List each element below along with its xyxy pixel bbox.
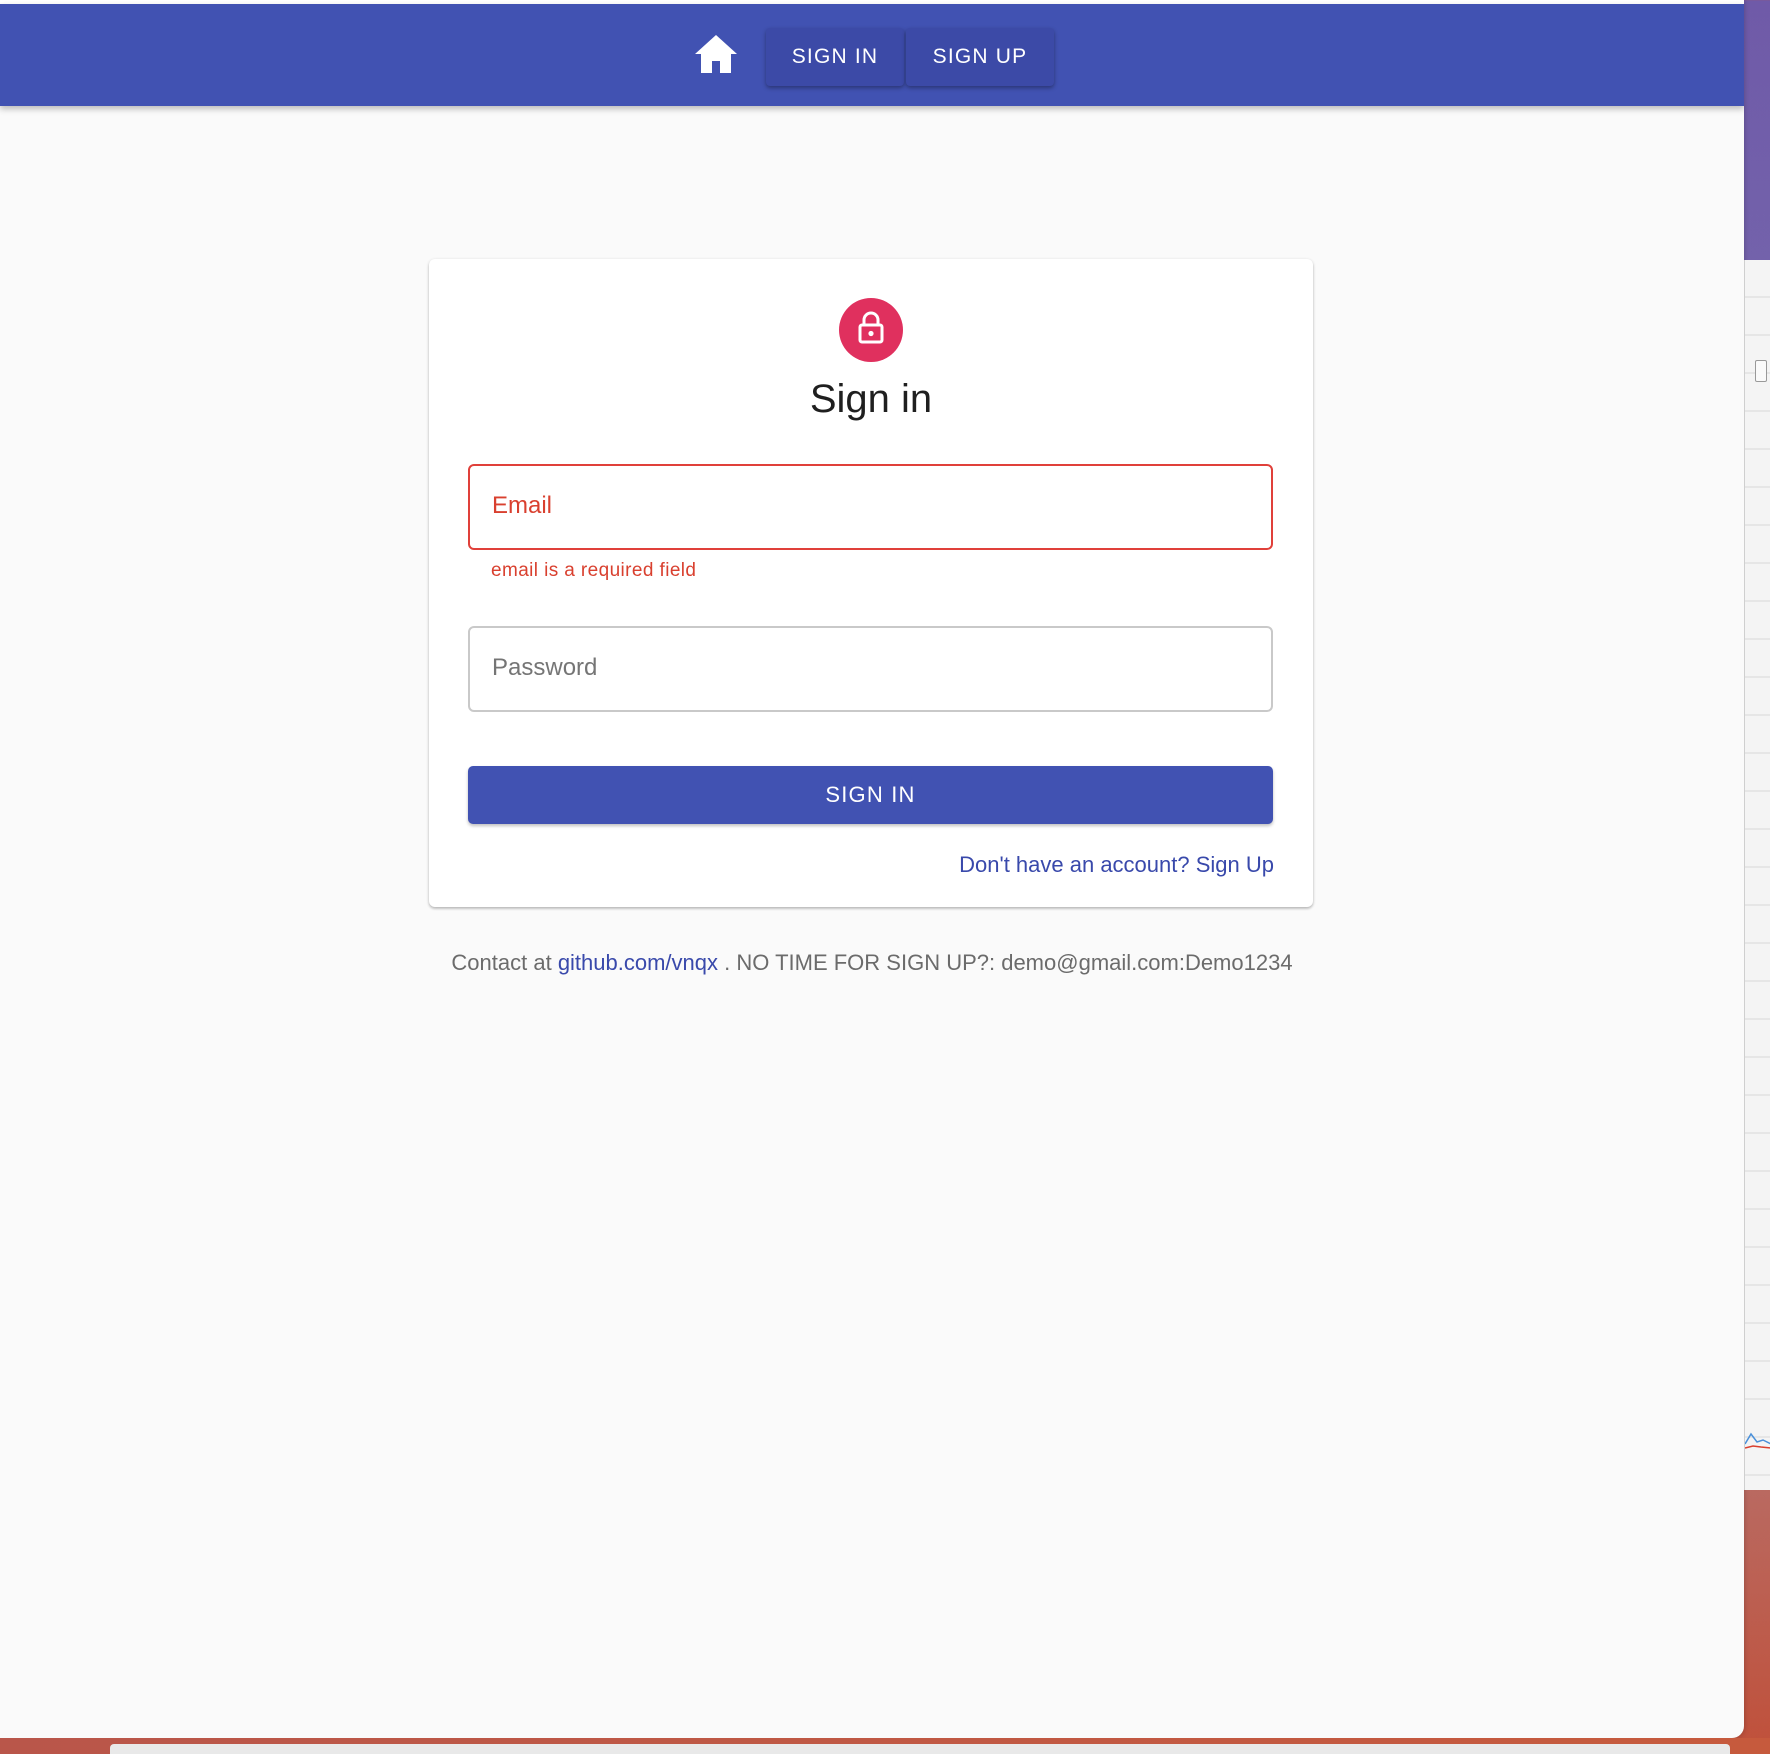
email-field[interactable]: Email xyxy=(468,464,1273,550)
nav-sign-up-button[interactable]: SIGN UP xyxy=(906,28,1054,86)
email-field-label: Email xyxy=(492,492,553,519)
email-error-text: email is a required field xyxy=(491,560,697,581)
nav-sign-in-button[interactable]: SIGN IN xyxy=(766,28,904,86)
page-title: Sign in xyxy=(809,377,933,421)
footer-prefix: Contact at xyxy=(451,950,552,975)
avatar xyxy=(839,298,903,362)
window-control-icon xyxy=(1755,360,1767,382)
password-field-label: Password xyxy=(492,654,598,681)
sign-in-submit-button[interactable]: SIGN IN xyxy=(468,766,1273,824)
background-window-bottom xyxy=(110,1744,1730,1754)
browser-page: SIGN IN SIGN UP Sign in Email email is a… xyxy=(0,0,1744,1738)
footer-text: Contact at github.com/vnqx . NO TIME FOR… xyxy=(0,950,1744,976)
home-button[interactable] xyxy=(690,32,742,80)
app-bar: SIGN IN SIGN UP xyxy=(0,4,1744,106)
sign-up-link[interactable]: Don't have an account? Sign Up xyxy=(959,852,1274,878)
footer-suffix: . NO TIME FOR SIGN UP?: demo@gmail.com:D… xyxy=(724,950,1293,975)
sign-in-card: Sign in Email email is a required field … xyxy=(429,259,1313,907)
home-icon xyxy=(692,32,740,81)
password-field[interactable]: Password xyxy=(468,626,1273,712)
lock-icon xyxy=(856,311,886,350)
chart-thumbnail-icon xyxy=(1745,1432,1770,1449)
desktop-bottom-edge xyxy=(0,1738,1770,1754)
background-window-edge xyxy=(1744,260,1770,1490)
github-link[interactable]: github.com/vnqx xyxy=(558,950,718,975)
